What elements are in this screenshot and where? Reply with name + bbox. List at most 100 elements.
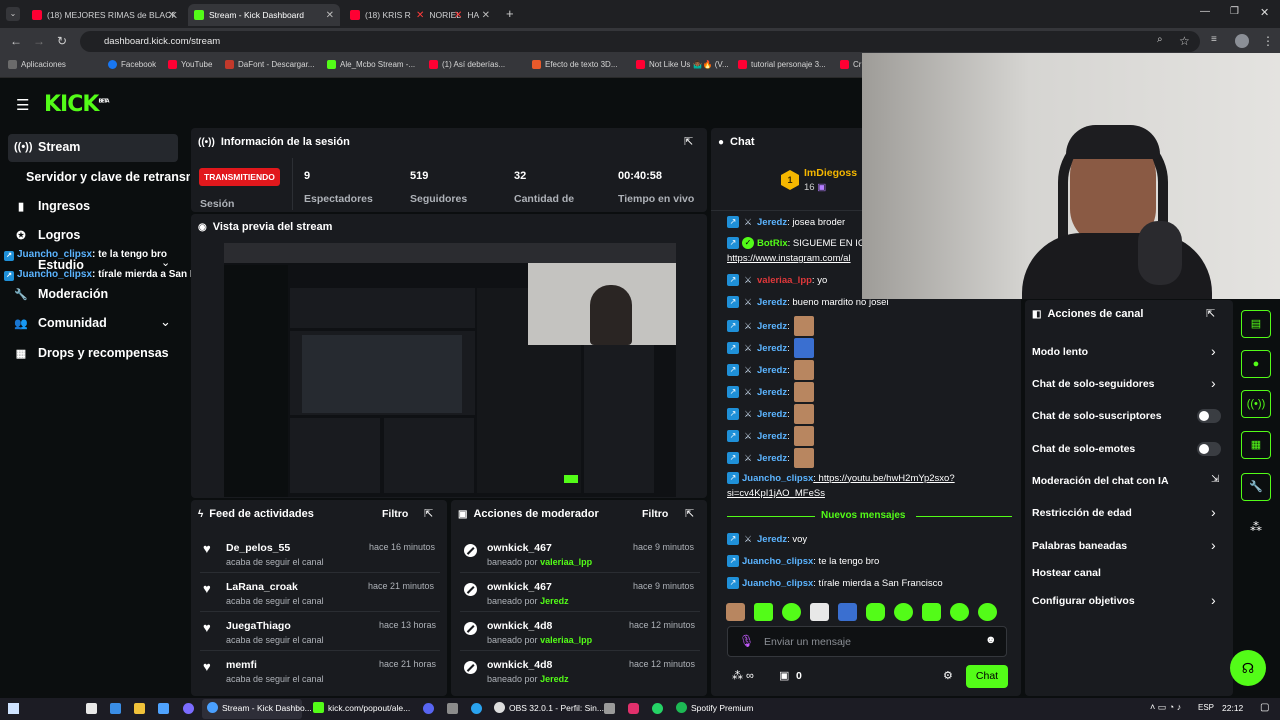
emote-icon[interactable] [978, 603, 997, 621]
taskbar-app-icon[interactable] [423, 703, 434, 714]
chat-user[interactable]: Jeredz [757, 453, 787, 464]
share-icon[interactable]: ⁂ [1250, 520, 1262, 534]
close-icon[interactable]: ✕ [482, 10, 490, 21]
sidebar-item-drops[interactable]: ▦ Drops y recompensas [14, 341, 169, 365]
restore-icon[interactable]: ❐ [1230, 6, 1239, 17]
taskbar-app-icon[interactable] [471, 703, 482, 714]
chevron-right-icon[interactable]: › [1211, 504, 1216, 520]
star-icon[interactable]: ☆ [1179, 34, 1190, 48]
bookmark-facebook[interactable]: Facebook [108, 60, 156, 69]
tab-1[interactable]: (18) MEJORES RIMAS de BLACK ✕ [26, 4, 182, 26]
tab-5[interactable]: ✕ HA ✕ [448, 4, 496, 26]
forward-icon[interactable]: → [33, 34, 45, 48]
chat-user[interactable]: Jeredz [757, 217, 787, 228]
chat-user[interactable]: Jeredz [757, 343, 787, 354]
pinned-user[interactable]: ImDiegoss [804, 167, 857, 179]
action-age-restriction[interactable]: Restricción de edad [1032, 507, 1132, 519]
action-ai-moderation[interactable]: Moderación del chat con IA [1032, 475, 1169, 487]
close-icon[interactable]: ✕ [326, 10, 334, 21]
popout-icon[interactable]: ⇱ [424, 507, 433, 520]
notes-button[interactable]: ▤ [1241, 310, 1271, 338]
chevron-right-icon[interactable]: › [1211, 343, 1216, 359]
emote-icon[interactable] [922, 603, 941, 621]
chat-user[interactable]: Jeredz [757, 365, 787, 376]
popout-icon[interactable]: ⇱ [685, 507, 694, 520]
bookmark-video[interactable]: (1) Así deberías... [429, 60, 505, 69]
menu-icon[interactable]: ⋮ [1262, 34, 1274, 48]
mic-icon[interactable]: 🎙 [739, 634, 754, 648]
filter-button[interactable]: Filtro [382, 508, 408, 520]
chat-user[interactable]: Jeredz [757, 431, 787, 442]
taskbar-app-icon[interactable] [158, 703, 169, 714]
emotes-only-toggle[interactable] [1197, 442, 1221, 456]
gear-icon[interactable]: ⚙ [943, 669, 953, 682]
broadcast-button[interactable]: ((•)) [1241, 390, 1271, 418]
chat-user[interactable]: Juancho_clipsx [742, 473, 813, 484]
subscribers-only-toggle[interactable] [1197, 409, 1221, 423]
windows-icon[interactable] [8, 703, 19, 714]
taskbar-item-spotify[interactable]: Spotify Premium [676, 702, 753, 713]
chat-user[interactable]: valeriaa_lpp [757, 275, 812, 286]
points-icon[interactable]: ⁂ ∞ [732, 669, 754, 682]
hamburger-icon[interactable]: ☰ [16, 96, 29, 114]
back-icon[interactable]: ← [10, 34, 22, 48]
sidebar-item-moderacion[interactable]: 🔧 Moderación [14, 282, 108, 306]
url-bar[interactable]: dashboard.kick.com/stream [80, 31, 1200, 52]
sidebar-item-ingresos[interactable]: ▮ Ingresos [14, 194, 90, 218]
send-chat-button[interactable]: Chat [966, 665, 1008, 688]
minimize-icon[interactable]: — [1200, 6, 1210, 17]
notification-icon[interactable]: ▢ [1260, 702, 1269, 713]
stream-preview-video[interactable] [224, 243, 676, 497]
popout-icon[interactable]: ⇱ [684, 135, 693, 148]
chat-user[interactable]: Juancho_clipsx [742, 578, 813, 589]
taskbar-app-icon[interactable] [447, 703, 458, 714]
chevron-right-icon[interactable]: › [1211, 375, 1216, 391]
bookmark-efecto[interactable]: Efecto de texto 3D... [532, 60, 617, 69]
taskbar-app-icon[interactable] [110, 703, 121, 714]
reload-icon[interactable]: ↻ [57, 34, 67, 48]
bookmark-dafont[interactable]: DaFont - Descargar... [225, 60, 314, 69]
support-button[interactable]: ☊ [1230, 650, 1266, 686]
taskbar-app-icon[interactable] [134, 703, 145, 714]
close-window-icon[interactable]: ✕ [1260, 6, 1269, 19]
emote-icon[interactable] [838, 603, 857, 621]
chat-user[interactable]: Jeredz [757, 321, 787, 332]
clock[interactable]: 22:12 [1222, 703, 1243, 713]
taskbar-item-obs[interactable]: OBS 32.0.1 - Perfil: Sin... [494, 702, 604, 713]
taskbar-app-icon[interactable] [86, 703, 97, 714]
sidebar-item-stream[interactable]: ((•)) Stream [14, 135, 80, 159]
chat-button[interactable]: ● [1241, 350, 1271, 378]
close-icon[interactable]: ✕ [168, 10, 176, 21]
sidebar-item-logros[interactable]: ✪ Logros [14, 223, 80, 247]
new-tab-icon[interactable]: + [506, 6, 514, 21]
extensions-icon[interactable]: ≡ [1211, 34, 1217, 45]
chat-link[interactable]: https://www.instagram.com/al [727, 253, 851, 264]
sidebar-item-comunidad[interactable]: 👥 Comunidad [14, 311, 107, 335]
tray-icons[interactable]: ˄ ▭ ◔ ♪ [1150, 702, 1181, 713]
chat-user[interactable]: BotRix [757, 238, 788, 249]
bookmark-notlikeus[interactable]: Not Like Us 🤷🏾‍♂️🔥 (V... [636, 60, 729, 69]
action-host-channel[interactable]: Hostear canal [1032, 567, 1101, 579]
emote-icon[interactable] [726, 603, 745, 621]
chat-input[interactable]: 🎙 Enviar un mensaje ☻ [727, 626, 1007, 657]
action-followers-only[interactable]: Chat de solo-seguidores [1032, 378, 1155, 390]
chat-user[interactable]: Juancho_clipsx [742, 556, 813, 567]
action-goals[interactable]: Configurar objetivos [1032, 595, 1135, 607]
kick-logo[interactable]: KICKBETA [44, 92, 110, 117]
emote-icon[interactable] [950, 603, 969, 621]
emote-icon[interactable] [894, 603, 913, 621]
emote-icon[interactable] [782, 603, 801, 621]
emoji-icon[interactable]: ☻ [985, 634, 997, 646]
chat-link[interactable]: : https://youtu.be/hwH2mYp2sxo? [813, 473, 954, 484]
chevron-right-icon[interactable]: › [1211, 592, 1216, 608]
chat-link[interactable]: si=cv4KpI1jAO_MFeSs [727, 488, 825, 499]
emote-icon[interactable] [866, 603, 885, 621]
wrench-button[interactable]: 🔧 [1241, 473, 1271, 501]
chevron-down-icon[interactable]: ⌄ [160, 314, 171, 330]
gift-icon[interactable]: ▣ [779, 669, 789, 682]
emote-icon[interactable] [810, 603, 829, 621]
emote-icon[interactable] [754, 603, 773, 621]
bookmark-apps[interactable]: Aplicaciones [8, 60, 66, 69]
bookmark-youtube[interactable]: YouTube [168, 60, 212, 69]
tab-2[interactable]: Stream - Kick Dashboard ✕ [188, 4, 340, 26]
